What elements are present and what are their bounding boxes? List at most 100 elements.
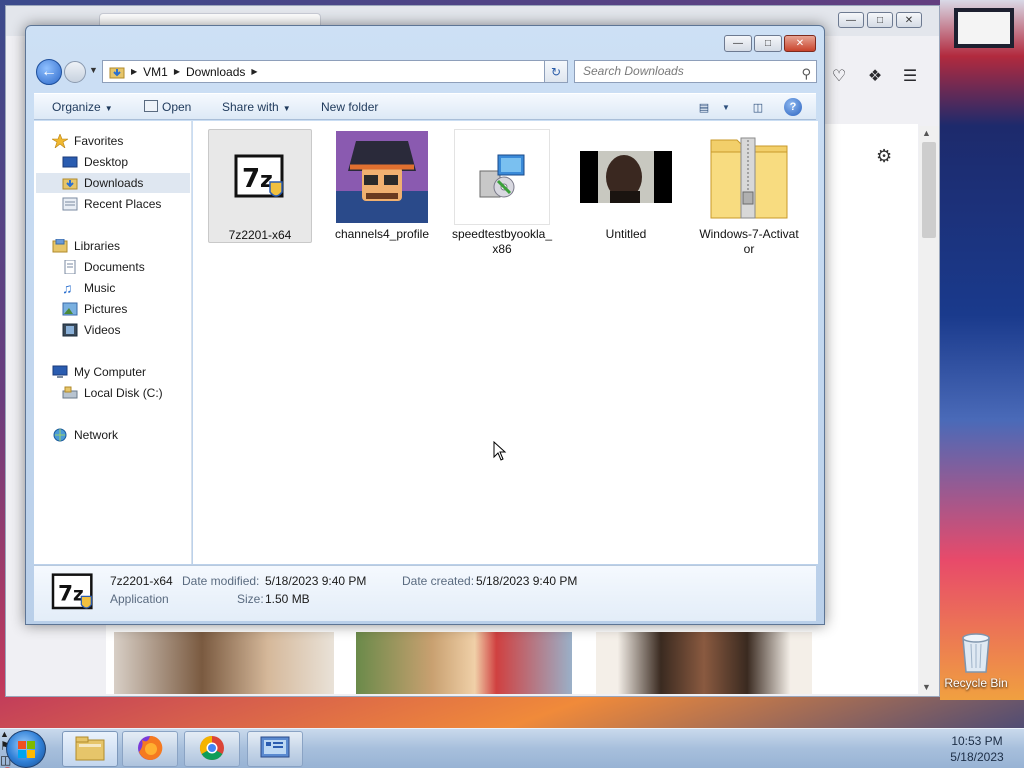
scroll-down-icon[interactable]: ▼ [922,682,931,692]
scrollbar-thumb[interactable] [922,142,936,238]
taskbar-firefox[interactable] [122,731,178,767]
nav-music[interactable]: ♫ Music [62,278,115,298]
refresh-button[interactable]: ↻ [544,60,568,83]
chrome-icon [198,734,226,765]
nav-my-computer-label: My Computer [74,365,147,379]
chevron-down-icon: ▼ [282,104,291,113]
nav-network[interactable]: Network [52,425,118,445]
nav-documents[interactable]: Documents [62,257,145,277]
date-modified-label: Date modified: [182,574,260,588]
nav-local-disk[interactable]: Local Disk (C:) [62,383,163,403]
folder-icon [75,735,105,764]
news-image[interactable] [356,632,572,694]
minimize-button[interactable]: — [724,35,752,52]
nav-recent-places[interactable]: Recent Places [62,194,161,214]
installer-package-icon [454,129,550,225]
nav-videos-label: Videos [84,323,121,337]
start-button[interactable] [6,730,46,768]
desktop-icon [62,155,78,169]
preview-pane-icon[interactable]: ◫ [748,98,768,116]
nav-desktop[interactable]: Desktop [62,152,128,172]
taskbar: ▲ ⚑ ◫ 🔇 10:53 PM 5/18/2023 [0,728,1024,768]
nav-my-computer[interactable]: My Computer [52,362,146,382]
nav-videos[interactable]: Videos [62,320,120,340]
nav-downloads-label: Downloads [84,176,144,190]
nav-local-disk-label: Local Disk (C:) [84,386,163,400]
nav-downloads[interactable]: Downloads [36,173,190,193]
downloads-folder-icon [109,65,125,79]
minimize-button[interactable]: — [838,12,864,28]
pocket-icon[interactable]: ♡ [828,65,850,87]
search-icon[interactable]: ⚲ [801,63,811,84]
size-value: 1.50 MB [265,592,310,606]
menu-icon[interactable]: ☰ [899,65,921,87]
breadcrumb-separator-icon[interactable]: ▶ [131,67,137,76]
news-image[interactable] [114,632,334,694]
details-file-name: 7z2201-x64 [110,574,173,588]
nav-libraries[interactable]: Libraries [52,236,120,256]
file-item[interactable]: speedtestbyookla_x86 [450,129,554,257]
downloads-folder-icon [62,176,78,190]
new-folder-label: New folder [321,100,379,114]
file-name: 7z2201-x64 [228,228,292,242]
explorer-caption-buttons: — □ ✕ [724,35,816,52]
maximize-button[interactable]: □ [754,35,782,52]
pictures-icon [62,302,78,316]
taskbar-explorer[interactable] [62,731,118,767]
videos-icon [62,323,78,337]
recent-places-icon [62,197,78,211]
share-with-label: Share with [222,100,279,114]
clock-time: 10:53 PM [951,734,1003,748]
explorer-window[interactable]: — □ ✕ ← ▼ ▶ VM1 ▶ Downloads ▶ ▼ ↻ Search… [25,25,825,625]
details-pane: 7 z 7z2201-x64 Application Date modified… [34,565,816,621]
taskbar-chrome[interactable] [184,731,240,767]
breadcrumb-vm1[interactable]: VM1 [143,65,168,79]
file-item[interactable]: channels4_profile [330,129,434,242]
file-list[interactable]: 7 z 7z2201-x64 channels4_profile speedte… [193,121,818,564]
breadcrumb-downloads[interactable]: Downloads [186,65,245,79]
nav-network-label: Network [74,428,119,442]
navigation-bar: ← ▼ ▶ VM1 ▶ Downloads ▶ ▼ ↻ Search Downl… [34,58,817,86]
nav-pictures[interactable]: Pictures [62,299,127,319]
close-button[interactable]: ✕ [896,12,922,28]
search-input[interactable]: Search Downloads ⚲ [574,60,817,83]
close-button[interactable]: ✕ [784,35,816,52]
change-view-icon[interactable]: ▤ [694,98,714,116]
extensions-icon[interactable]: ❖ [864,65,886,87]
7zip-installer-icon: 7 z [212,130,308,226]
organize-button[interactable]: Organize ▼ [52,100,113,114]
scroll-up-icon[interactable]: ▲ [922,128,931,138]
maximize-button[interactable]: □ [867,12,893,28]
zip-folder-icon [701,129,797,225]
gear-icon[interactable]: ⚙ [876,146,892,167]
share-with-button[interactable]: Share with ▼ [222,100,291,114]
file-item[interactable]: Windows-7-Activator [697,129,801,257]
recent-pages-dropdown[interactable]: ▼ [89,65,98,75]
recycle-bin[interactable]: Recycle Bin [944,630,1008,690]
taskbar-control-panel[interactable] [247,731,303,767]
star-icon [50,133,70,149]
nav-music-label: Music [84,281,116,295]
address-bar[interactable]: ▶ VM1 ▶ Downloads ▶ ▼ [102,60,564,83]
organize-label: Organize [52,100,101,114]
windows-logo-icon [18,741,36,759]
nav-favorites[interactable]: Favorites [50,131,123,151]
file-item[interactable]: 7 z 7z2201-x64 [208,129,312,243]
svg-text:7: 7 [58,582,73,607]
clock-date: 5/18/2023 [950,750,1004,764]
file-item[interactable]: Untitled [574,129,678,242]
libraries-icon [52,238,68,253]
new-folder-button[interactable]: New folder [321,100,378,114]
back-button[interactable]: ← [36,59,62,85]
breadcrumb-separator-icon[interactable]: ▶ [251,67,257,76]
command-bar: Organize ▼ Open Share with ▼ New folder ▤ … [34,93,816,120]
view-options-dropdown[interactable]: ▼ [716,98,736,116]
news-image[interactable] [596,632,812,694]
help-icon[interactable]: ? [784,98,802,116]
breadcrumb-separator-icon[interactable]: ▶ [174,67,180,76]
browser-scrollbar[interactable]: ▲ ▼ [919,126,939,696]
open-button[interactable]: Open [144,100,191,114]
system-clock[interactable]: 10:53 PM 5/18/2023 [940,733,1014,765]
forward-button[interactable] [64,61,86,83]
nav-documents-label: Documents [84,260,145,274]
